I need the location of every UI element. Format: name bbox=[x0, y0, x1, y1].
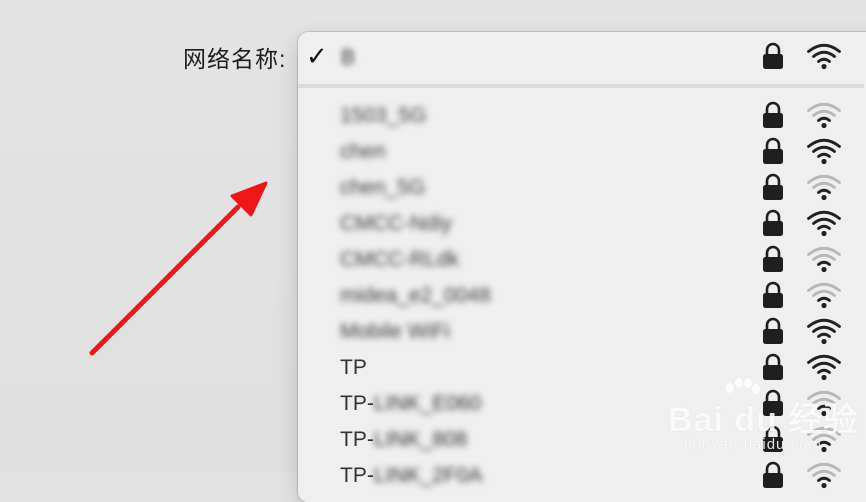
red-arrow-annotation bbox=[89, 181, 268, 356]
